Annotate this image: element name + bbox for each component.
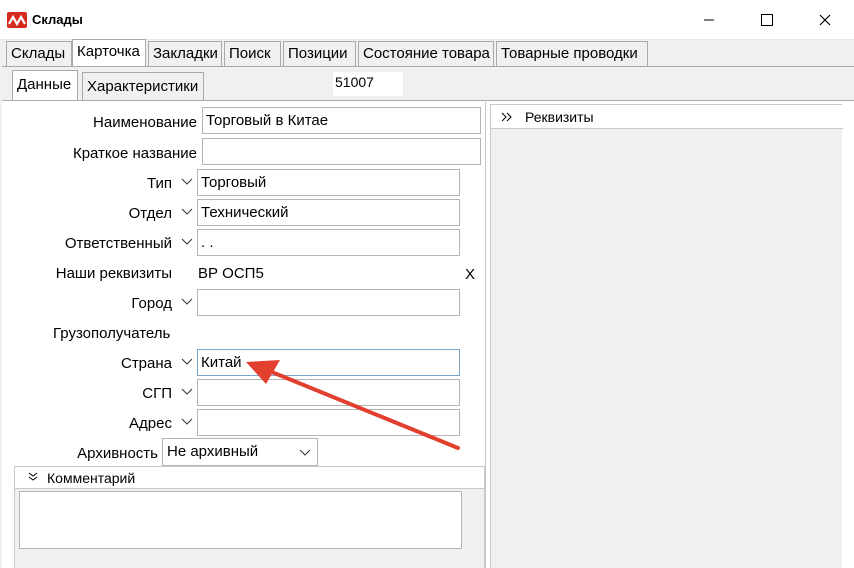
chevron-down-icon	[181, 238, 193, 245]
record-id: 51007	[333, 72, 403, 96]
collapse-down-icon	[28, 472, 38, 481]
tab-data[interactable]: Данные	[12, 70, 78, 100]
requisites-label: Наши реквизиты	[55, 265, 172, 282]
responsible-label: Ответственный	[64, 235, 172, 252]
title-bar: Склады	[0, 0, 854, 40]
minimize-icon	[704, 19, 714, 21]
chevron-down-icon	[181, 178, 193, 185]
type-label: Тип	[146, 175, 172, 192]
chevron-down-icon	[181, 358, 193, 365]
name-field[interactable]: Торговый в Китае	[202, 107, 481, 134]
requisites-value[interactable]: ВР ОСП5	[198, 265, 264, 282]
comment-panel-header[interactable]: Комментарий	[15, 467, 484, 489]
archive-select[interactable]: Не архивный	[162, 438, 318, 466]
comment-panel: Комментарий	[14, 466, 485, 568]
tab-warehouses[interactable]: Склады	[6, 41, 72, 67]
chevron-down-icon	[181, 208, 193, 215]
sgp-field[interactable]	[197, 379, 460, 406]
tab-card[interactable]: Карточка	[72, 39, 146, 67]
name-label: Наименование	[93, 114, 197, 131]
window-title: Склады	[32, 12, 83, 27]
tab-bookmarks[interactable]: Закладки	[148, 41, 222, 67]
address-field[interactable]	[197, 409, 460, 436]
short-name-field[interactable]	[202, 138, 481, 165]
country-dropdown-button[interactable]	[177, 349, 197, 376]
archive-select-value: Не архивный	[167, 443, 259, 460]
country-field[interactable]: Китай	[197, 349, 460, 376]
requisites-panel: Реквизиты	[490, 104, 843, 568]
responsible-dropdown-button[interactable]	[177, 229, 197, 256]
department-dropdown-button[interactable]	[177, 199, 197, 226]
city-dropdown-button[interactable]	[177, 289, 197, 316]
chevron-down-icon	[181, 418, 193, 425]
minimize-button[interactable]	[680, 0, 738, 40]
department-field[interactable]: Технический	[197, 199, 460, 226]
archive-label: Архивность	[77, 445, 158, 462]
address-label: Адрес	[129, 415, 172, 432]
sgp-label: СГП	[142, 385, 172, 402]
type-field[interactable]: Торговый	[197, 169, 460, 196]
responsible-field[interactable]: . .	[197, 229, 460, 256]
close-button[interactable]	[796, 0, 854, 40]
tab-characteristics[interactable]: Характеристики	[82, 72, 204, 100]
chevron-down-icon	[181, 388, 193, 395]
short-name-label: Краткое название	[72, 145, 197, 162]
tab-search[interactable]: Поиск	[224, 41, 281, 67]
country-label: Страна	[120, 355, 172, 372]
type-dropdown-button[interactable]	[177, 169, 197, 196]
panel-divider[interactable]	[485, 100, 486, 568]
expand-right-icon	[501, 112, 512, 122]
sgp-dropdown-button[interactable]	[177, 379, 197, 406]
comment-panel-title: Комментарий	[47, 470, 136, 486]
tab-goods-transactions[interactable]: Товарные проводки	[496, 41, 648, 67]
chevron-down-icon	[299, 449, 311, 456]
consignee-label: Грузополучатель	[53, 325, 171, 342]
address-dropdown-button[interactable]	[177, 409, 197, 436]
tabs-divider	[2, 66, 854, 67]
close-icon	[819, 14, 831, 26]
tab-goods-state[interactable]: Состояние товара	[358, 41, 494, 67]
comment-textarea[interactable]	[19, 491, 462, 549]
department-label: Отдел	[128, 205, 172, 222]
requisites-panel-title: Реквизиты	[525, 109, 594, 125]
city-field[interactable]	[197, 289, 460, 316]
requisites-clear-button[interactable]: X	[465, 266, 475, 283]
app-logo-icon	[7, 12, 27, 28]
maximize-button[interactable]	[738, 0, 796, 40]
tab-positions[interactable]: Позиции	[283, 41, 356, 67]
requisites-panel-header[interactable]: Реквизиты	[491, 105, 843, 129]
city-label: Город	[131, 295, 172, 312]
chevron-down-icon	[181, 298, 193, 305]
maximize-icon	[761, 14, 773, 26]
